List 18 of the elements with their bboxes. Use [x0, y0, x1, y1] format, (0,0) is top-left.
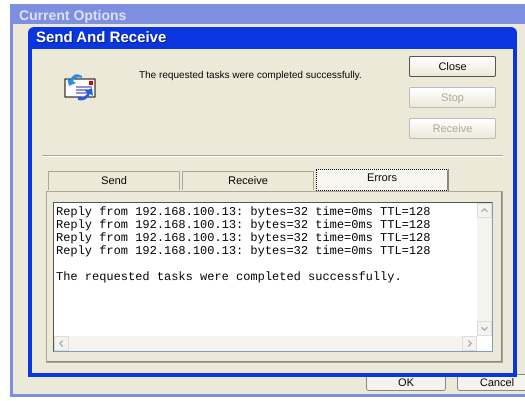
horizontal-scrollbar[interactable]	[54, 336, 477, 351]
log-line: Reply from 192.168.100.13: bytes=32 time=0ms TTL=128	[56, 231, 430, 245]
tab[interactable]: Receive	[182, 171, 314, 190]
vertical-scrollbar[interactable]	[477, 203, 492, 336]
log-line: Reply from 192.168.100.13: bytes=32 time=0ms TTL=128	[56, 218, 430, 232]
status-message: The requested tasks were completed successfully.	[139, 70, 363, 81]
tab[interactable]: Send	[48, 171, 180, 190]
scroll-left-icon[interactable]	[54, 336, 69, 351]
log-line: Reply from 192.168.100.13: bytes=32 time=0ms TTL=128	[56, 205, 430, 219]
dialog-button[interactable]: Close	[409, 56, 496, 77]
background-window-title: Current Options	[18, 6, 128, 24]
scroll-down-icon[interactable]	[477, 321, 492, 336]
log-line: Reply from 192.168.100.13: bytes=32 time=0ms TTL=128	[56, 244, 430, 258]
scroll-up-icon[interactable]	[477, 203, 492, 218]
log-line: The requested tasks were completed successfully.	[56, 270, 402, 284]
dialog-title: Send And Receive	[35, 28, 168, 48]
tab[interactable]: Errors	[316, 169, 449, 191]
scroll-right-icon[interactable]	[462, 336, 477, 351]
